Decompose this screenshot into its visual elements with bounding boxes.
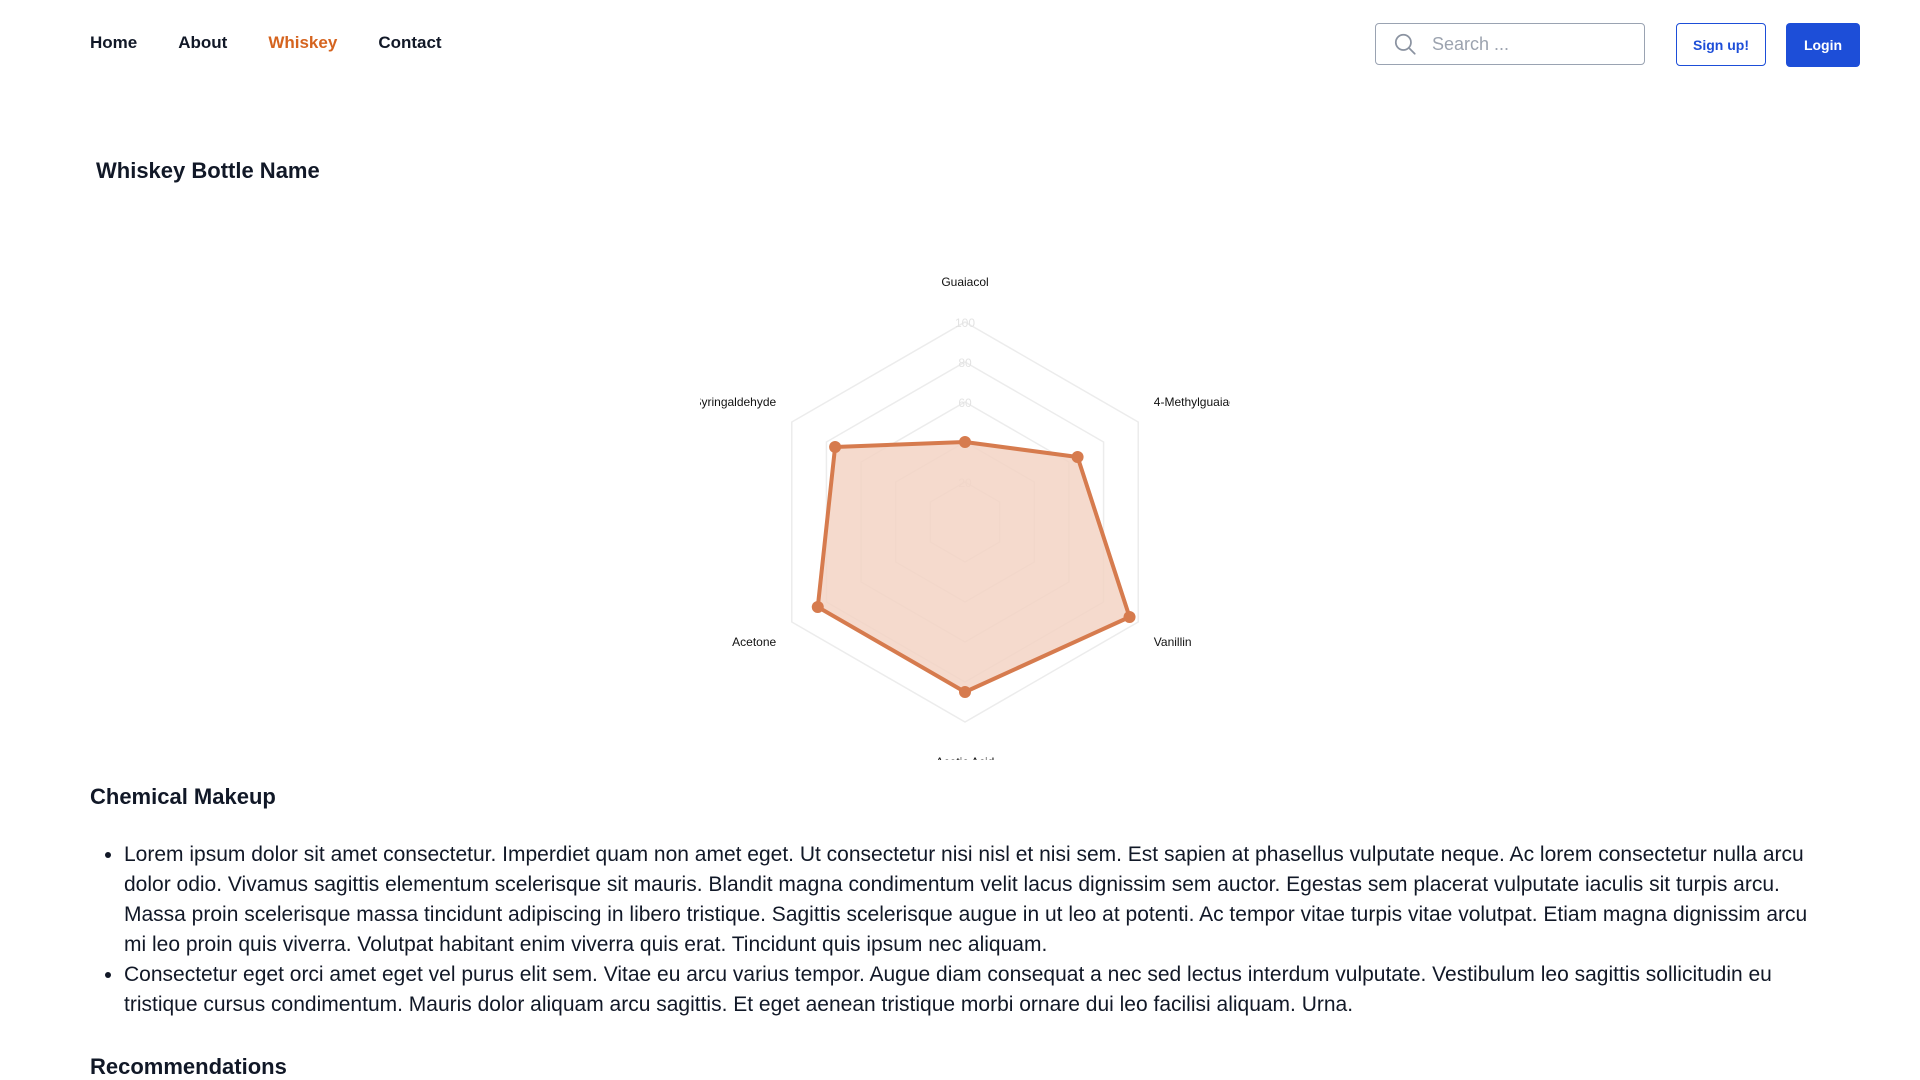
data-point xyxy=(959,686,971,698)
chemical-makeup-heading: Chemical Makeup xyxy=(90,784,276,809)
nav-links: Home About Whiskey Contact xyxy=(90,33,483,53)
radar-chart: 20406080100Guaiacol4-MethylguaiacolVanil… xyxy=(700,275,1230,760)
signup-button[interactable]: Sign up! xyxy=(1676,23,1766,66)
tick-label: 60 xyxy=(958,396,972,410)
category-label: Vanillin xyxy=(1154,635,1192,649)
data-point xyxy=(959,436,971,448)
list-item: Consectetur eget orci amet eget vel puru… xyxy=(124,960,1824,1020)
page: Home About Whiskey Contact Sign up! Logi… xyxy=(0,0,1920,1080)
nav-link-whiskey[interactable]: Whiskey xyxy=(268,33,337,53)
nav-link-home[interactable]: Home xyxy=(90,33,137,53)
data-point xyxy=(1071,451,1084,463)
chemical-list: Lorem ipsum dolor sit amet consectetur. … xyxy=(90,840,1824,1020)
page-title: Whiskey Bottle Name xyxy=(96,158,320,183)
nav-link-contact[interactable]: Contact xyxy=(378,33,441,53)
tick-label: 100 xyxy=(955,316,975,330)
recommendations-heading: Recommendations xyxy=(90,1054,287,1079)
search-box[interactable] xyxy=(1375,23,1645,65)
data-point xyxy=(1123,611,1136,623)
top-nav: Home About Whiskey Contact Sign up! Logi… xyxy=(0,0,1920,90)
nav-link-about[interactable]: About xyxy=(178,33,227,53)
category-label: Acetone xyxy=(732,635,776,649)
data-point xyxy=(829,441,842,453)
data-point xyxy=(811,601,824,613)
login-button[interactable]: Login xyxy=(1786,23,1860,67)
category-label: Acetic Acid xyxy=(936,755,995,760)
tick-label: 80 xyxy=(958,356,972,370)
category-label: Guaiacol xyxy=(941,275,988,289)
search-icon xyxy=(1394,33,1416,55)
category-label: Syringaldehyde xyxy=(700,395,777,409)
category-label: 4-Methylguaiacol xyxy=(1154,395,1230,409)
list-item: Lorem ipsum dolor sit amet consectetur. … xyxy=(124,840,1824,960)
search-input[interactable] xyxy=(1430,32,1624,56)
